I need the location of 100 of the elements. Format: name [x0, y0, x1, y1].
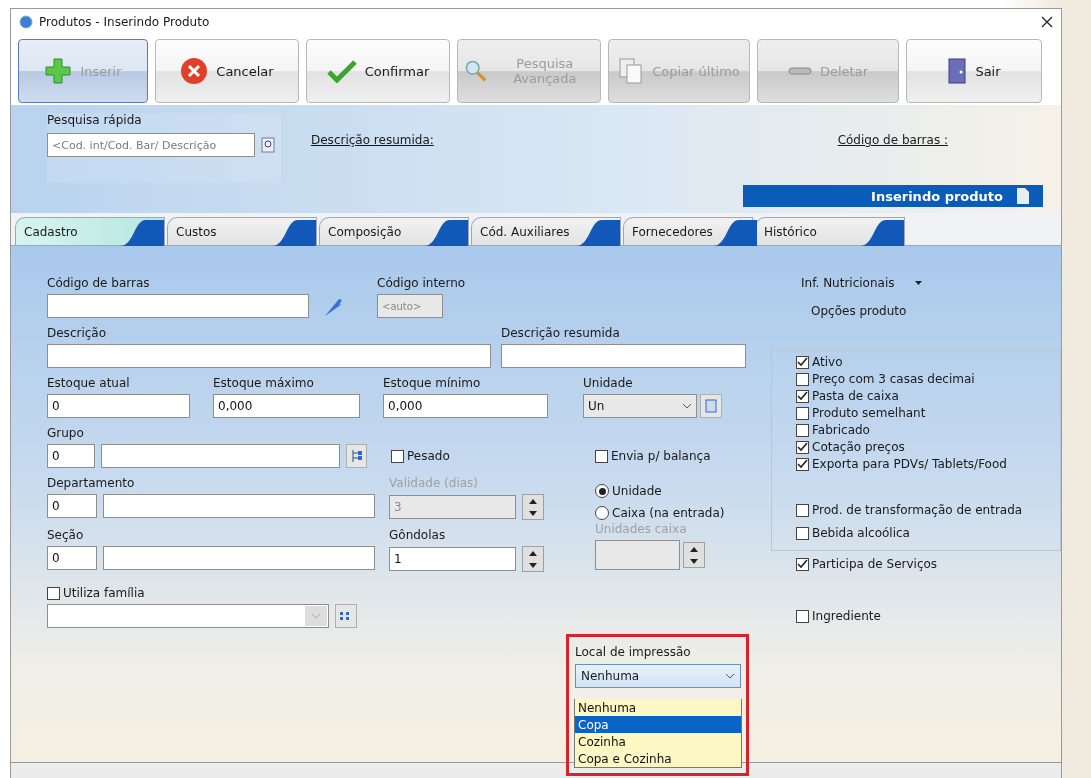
checkbox-label: Bebida alcoólica — [812, 526, 910, 540]
input-field[interactable]: 0,000 — [213, 394, 360, 418]
checkbox[interactable] — [796, 406, 809, 420]
input-field[interactable] — [595, 540, 680, 570]
dropdown-option[interactable]: Nenhuma — [575, 699, 741, 716]
pesado-checkbox[interactable]: Pesado — [391, 449, 589, 463]
input-field[interactable] — [103, 546, 375, 570]
option-checkbox[interactable]: Produto semelhant — [796, 406, 1060, 420]
close-icon[interactable] — [1041, 16, 1053, 28]
toolbar-button[interactable]: Sair — [906, 39, 1042, 103]
input-field[interactable]: 0 — [47, 394, 190, 418]
input-field[interactable]: 1 — [389, 547, 516, 571]
option-checkbox[interactable]: Pasta de caixa — [796, 389, 1060, 403]
option-checkbox[interactable]: Preço com 3 casas decimai — [796, 372, 1060, 386]
checkbox[interactable] — [796, 526, 809, 540]
chevron-down-icon[interactable] — [682, 403, 692, 409]
section-title: Opções produto — [810, 304, 908, 318]
caret-icon[interactable] — [914, 281, 922, 285]
print-location-dropdown[interactable]: Nenhuma — [575, 664, 741, 688]
field-label: Código de barras — [47, 276, 151, 290]
field-label: Código interno — [377, 276, 467, 290]
input-field[interactable] — [100, 444, 341, 468]
search-icon[interactable] — [261, 137, 275, 153]
barcode-link[interactable]: Código de barras : — [837, 133, 948, 183]
code-field[interactable]: 0 — [47, 444, 95, 468]
tab[interactable]: Custos — [167, 217, 317, 245]
chevron-down-icon[interactable] — [725, 673, 735, 679]
checkbox-label: Prod. de transformação de entrada — [812, 503, 1023, 517]
checkbox[interactable] — [796, 503, 809, 517]
checkbox[interactable] — [796, 423, 809, 437]
checkbox[interactable] — [595, 449, 608, 463]
nutrition-menu[interactable]: Inf. Nutricionais — [801, 276, 895, 290]
checkbox[interactable] — [47, 586, 60, 600]
radio-button[interactable] — [595, 506, 609, 520]
tab[interactable]: Composição — [319, 217, 469, 245]
dropdown-option[interactable]: Copa — [575, 716, 741, 733]
option-checkbox[interactable]: Ativo — [796, 355, 1060, 369]
plus-icon — [44, 57, 73, 85]
unit-dropdown[interactable]: Un — [583, 394, 697, 418]
family-checkbox[interactable]: Utiliza família — [47, 586, 367, 600]
tab[interactable]: Cód. Auxiliares — [471, 217, 621, 245]
option-checkbox[interactable]: Bebida alcoólica — [796, 526, 1060, 540]
checkbox-label: Utiliza família — [63, 586, 145, 600]
search-field[interactable]: <Cod. int/Cod. Bar/ Descrição — [47, 133, 255, 157]
document-icon — [1017, 188, 1029, 204]
toolbar-button[interactable]: Confirmar — [306, 39, 450, 103]
input-field[interactable] — [501, 344, 746, 368]
field-label: Gôndolas — [389, 528, 447, 542]
tab[interactable]: Cadastro — [15, 217, 165, 245]
field-label: Unidades caixa — [595, 522, 688, 536]
option-checkbox[interactable]: Prod. de transformação de entrada — [796, 503, 1060, 517]
checkbox[interactable] — [796, 609, 809, 623]
radio-option[interactable]: Unidade — [595, 484, 725, 498]
radio-label: Unidade — [612, 484, 662, 498]
window-title: Produtos - Inserindo Produto — [39, 15, 211, 29]
option-checkbox[interactable]: Exporta para PDVs/ Tablets/Food — [796, 457, 1060, 471]
checkbox-label: Exporta para PDVs/ Tablets/Food — [812, 457, 1007, 471]
checkbox-label: Pesado — [407, 449, 450, 463]
grid-icon[interactable] — [335, 604, 357, 628]
radio-button[interactable] — [595, 484, 609, 498]
dropdown-option[interactable]: Copa e Cozinha — [575, 750, 741, 767]
checkbox[interactable] — [796, 389, 809, 403]
tree-icon[interactable] — [346, 444, 367, 468]
checkbox[interactable] — [796, 355, 809, 369]
checkbox[interactable] — [796, 457, 809, 471]
option-checkbox[interactable]: Ingrediente — [796, 609, 1061, 623]
code-field[interactable]: 0 — [47, 494, 97, 518]
tab-corner-icon — [120, 217, 164, 246]
dropdown-option[interactable]: Cozinha — [575, 733, 741, 750]
app-icon — [19, 15, 33, 29]
summary-link[interactable]: Descrição resumida: — [311, 133, 434, 183]
spin-buttons[interactable] — [522, 494, 544, 520]
option-checkbox[interactable]: Participa de Serviços — [796, 557, 1061, 571]
spin-buttons[interactable] — [683, 542, 705, 568]
checkbox-label: Produto semelhant — [812, 406, 926, 420]
input-field[interactable] — [103, 494, 375, 518]
checkbox[interactable] — [391, 449, 404, 463]
field-label: Grupo — [47, 426, 85, 440]
checkbox-label: Ingrediente — [812, 609, 881, 623]
input-field[interactable]: 0,000 — [383, 394, 548, 418]
code-field[interactable]: 0 — [47, 546, 97, 570]
checkbox[interactable] — [796, 372, 809, 386]
option-checkbox[interactable]: Cotação preços — [796, 440, 1060, 454]
spin-buttons[interactable] — [522, 546, 544, 572]
option-checkbox[interactable]: Fabricado — [796, 423, 1060, 437]
checkbox-label: Preço com 3 casas decimai — [812, 372, 975, 386]
tab-corner-icon — [424, 217, 468, 246]
input-field[interactable] — [47, 294, 309, 318]
copy-icon — [618, 57, 645, 85]
checkbox[interactable] — [796, 440, 809, 454]
input-field[interactable] — [47, 344, 491, 368]
toolbar-button[interactable]: Cancelar — [155, 39, 299, 103]
checkbox[interactable] — [796, 557, 809, 571]
tab[interactable]: Histórico — [755, 217, 905, 245]
checkbox-label: Pasta de caixa — [812, 389, 899, 403]
input-field: <auto> — [377, 294, 443, 318]
search-label: Pesquisa rápida — [47, 113, 143, 127]
field-label: Estoque atual — [47, 376, 131, 390]
checkbox-label: Cotação preços — [812, 440, 905, 454]
field-label: Descrição resumida — [501, 326, 621, 340]
